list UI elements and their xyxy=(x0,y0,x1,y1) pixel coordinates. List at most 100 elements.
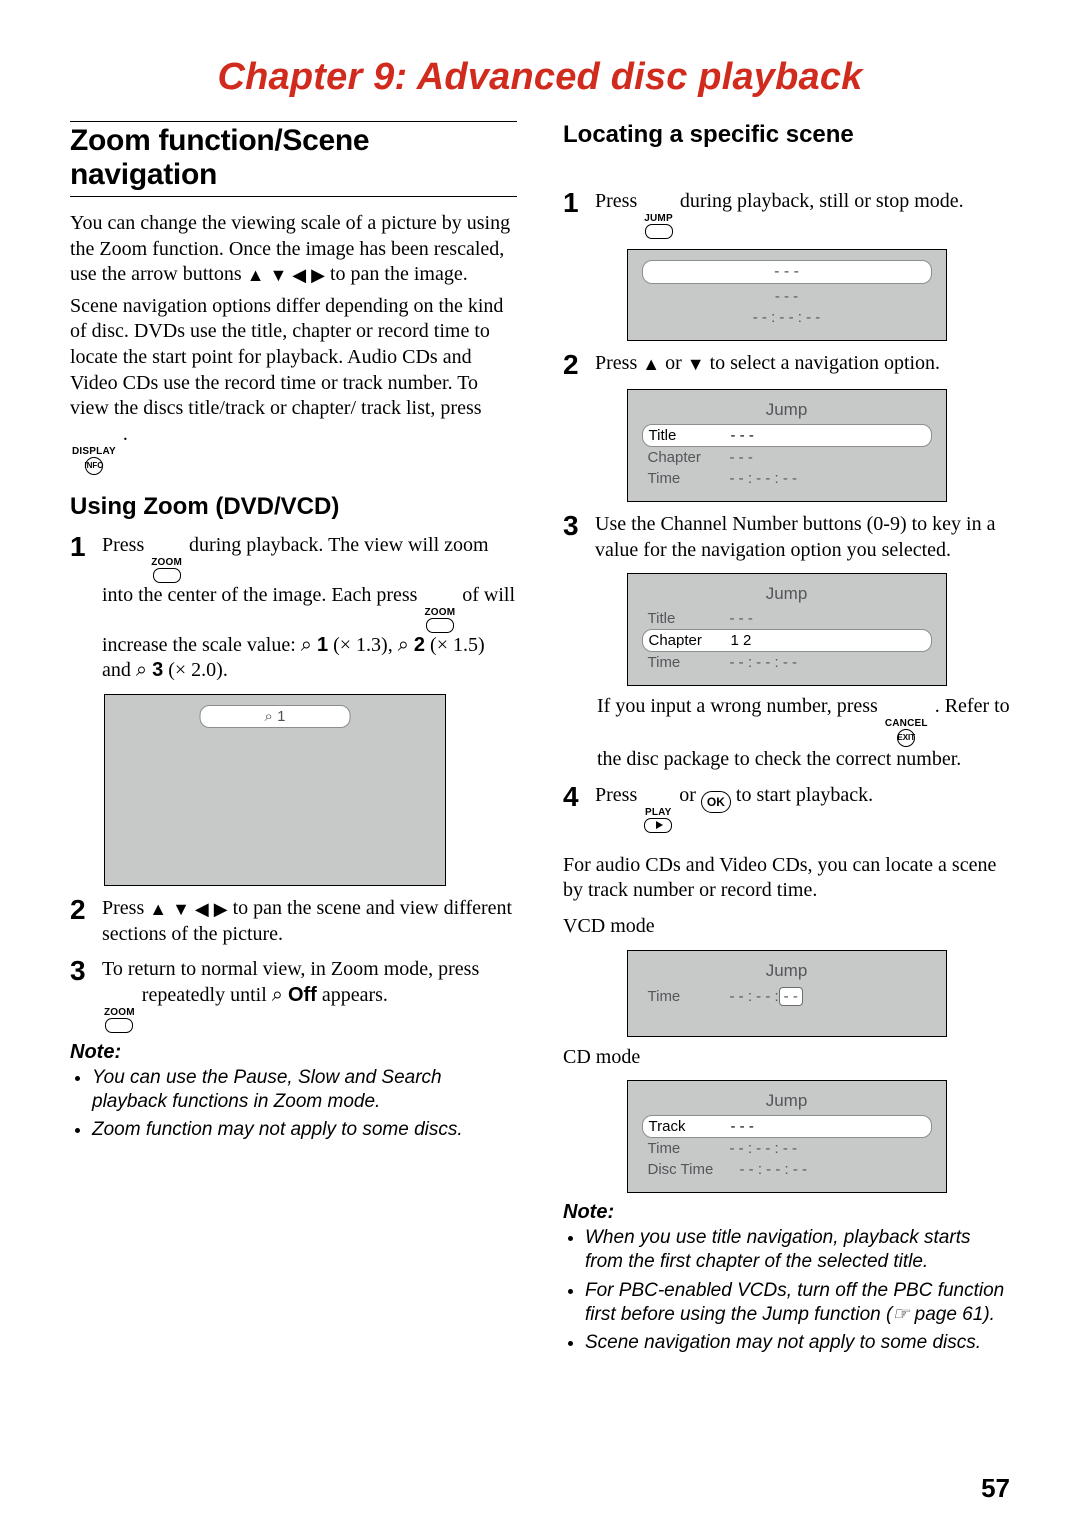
display-key-icon: DISPLAY INFO xyxy=(72,447,116,475)
left-column: Zoom function/Scene navigation You can c… xyxy=(70,121,517,1360)
text: If you input a wrong number, press xyxy=(597,695,883,717)
osd-header: Jump xyxy=(642,400,932,420)
step-number: 3 xyxy=(70,957,92,1033)
osd-time-selection: - - xyxy=(779,987,803,1006)
jump-osd-title: Jump Title- - - Chapter- - - Time- - : -… xyxy=(627,389,947,502)
right-column: Locating a specific scene 1 Press JUMP d… xyxy=(563,121,1010,1360)
arrow-up-icon: ▲ xyxy=(149,899,167,919)
right-step-2: 2 Press ▲ or ▼ to select a navigation op… xyxy=(563,351,1010,379)
wrong-number-note: If you input a wrong number, press CANCE… xyxy=(597,694,1010,773)
text: (× 1.3), xyxy=(328,634,398,656)
left-step-3: 3 To return to normal view, in Zoom mode… xyxy=(70,957,517,1033)
magnify-icon: ⌕ xyxy=(398,634,409,656)
exit-key-icon: EXIT xyxy=(897,729,915,747)
osd-row-chapter: Chapter1 2 xyxy=(642,629,932,652)
osd-row: - - - xyxy=(642,284,932,307)
arrow-left-icon: ◀ xyxy=(292,265,306,285)
ok-key-icon: OK xyxy=(701,791,731,813)
note-heading: Note: xyxy=(563,1201,1010,1224)
info-key-icon: INFO xyxy=(85,457,103,475)
step-number: 4 xyxy=(563,783,585,833)
text: Press xyxy=(102,897,149,919)
osd-row-time: Time- - : - - : - - xyxy=(642,1138,932,1159)
intro-para-2: Scene navigation options differ dependin… xyxy=(70,294,517,475)
key-label: DISPLAY xyxy=(72,447,116,457)
arrow-right-icon: ▶ xyxy=(214,899,228,919)
text: or xyxy=(679,784,701,806)
text: to select a navigation option. xyxy=(710,352,941,374)
zoom-level-1: 1 xyxy=(317,634,328,656)
jump-osd-blank: - - - - - - - - : - - : - - xyxy=(627,249,947,341)
osd-header: Jump xyxy=(642,961,932,981)
jump-key-icon: JUMP xyxy=(644,214,673,239)
text: Press xyxy=(102,534,149,556)
right-step-3: 3 Use the Channel Number buttons (0-9) t… xyxy=(563,512,1010,563)
text: Scene navigation options differ dependin… xyxy=(70,295,503,419)
osd-row: - - - xyxy=(642,260,932,284)
jump-osd-chapter: Jump Title- - - Chapter1 2 Time- - : - -… xyxy=(627,573,947,686)
jump-osd-vcd: Jump Time - - : - - : - - xyxy=(627,950,947,1037)
using-zoom-title: Using Zoom (DVD/VCD) xyxy=(70,493,517,521)
arrow-down-icon: ▼ xyxy=(172,899,190,919)
arrow-down-icon: ▼ xyxy=(687,354,705,374)
text: (× 2.0). xyxy=(163,659,228,681)
arrow-down-icon: ▼ xyxy=(269,265,287,285)
note-item: Scene navigation may not apply to some d… xyxy=(585,1331,1010,1355)
osd-row-track: Track- - - xyxy=(642,1115,932,1138)
left-step-2: 2 Press ▲ ▼ ◀ ▶ to pan the scene and vie… xyxy=(70,896,517,947)
zoom-key-icon: ZOOM xyxy=(104,1008,135,1033)
play-key-icon: PLAY xyxy=(644,808,672,833)
osd-row-title: Title- - - xyxy=(642,608,932,629)
osd-header: Jump xyxy=(642,584,932,604)
note-item: For PBC-enabled VCDs, turn off the PBC f… xyxy=(585,1279,1010,1328)
step-number: 2 xyxy=(563,351,585,379)
osd-row-time: Time- - : - - : - - xyxy=(642,652,932,673)
play-glyph-icon xyxy=(656,821,663,829)
osd-row: - - : - - : - - xyxy=(642,307,932,328)
osd-row-title: Title- - - xyxy=(642,424,932,447)
zoom-level-3: 3 xyxy=(152,659,163,681)
arrow-left-icon: ◀ xyxy=(195,899,209,919)
magnify-icon: ⌕ xyxy=(301,634,312,656)
zoom-level-2: 2 xyxy=(414,634,425,656)
right-step-1: 1 Press JUMP during playback, still or s… xyxy=(563,189,1010,239)
chapter-title: Chapter 9: Advanced disc playback xyxy=(70,56,1010,99)
text: repeatedly until xyxy=(142,984,272,1006)
note-item: Zoom function may not apply to some disc… xyxy=(92,1118,517,1142)
text: Press xyxy=(595,352,642,374)
text: Press xyxy=(595,190,642,212)
step-number: 1 xyxy=(70,533,92,684)
text: appears. xyxy=(322,984,388,1006)
step-number: 3 xyxy=(563,512,585,563)
zoom-key-icon: ZOOM xyxy=(151,558,182,583)
arrow-right-icon: ▶ xyxy=(311,265,325,285)
left-note-list: You can use the Pause, Slow and Search p… xyxy=(70,1066,517,1143)
text: . xyxy=(123,423,128,445)
text: Press xyxy=(595,784,642,806)
left-step-1: 1 Press ZOOM during playback. The view w… xyxy=(70,533,517,684)
note-heading: Note: xyxy=(70,1041,517,1064)
right-note-list: When you use title navigation, playback … xyxy=(563,1226,1010,1356)
osd-row-chapter: Chapter- - - xyxy=(642,447,932,468)
cancel-key-icon: CANCEL EXIT xyxy=(885,719,928,747)
right-step-4: 4 Press PLAY or OK to start playback. xyxy=(563,783,1010,833)
osd-row-time: Time- - : - - : - - xyxy=(642,468,932,489)
zoom-key-icon: ZOOM xyxy=(424,608,455,633)
step-number: 2 xyxy=(70,896,92,947)
osd-row-disc-time: Disc Time- - : - - : - - xyxy=(642,1159,932,1180)
section-title: Zoom function/Scene navigation xyxy=(70,124,517,192)
zoom-osd-indicator: ⌕ 1 xyxy=(200,705,351,728)
zoom-osd-panel: ⌕ 1 xyxy=(104,694,446,886)
intro-para-1: You can change the viewing scale of a pi… xyxy=(70,211,517,288)
text: to start playback. xyxy=(736,784,873,806)
magnify-icon: ⌕ xyxy=(136,659,147,681)
osd-row-time: Time - - : - - : - - xyxy=(642,985,932,1008)
osd-header: Jump xyxy=(642,1091,932,1111)
arrow-up-icon: ▲ xyxy=(642,354,660,374)
text: during playback, still or stop mode. xyxy=(680,190,964,212)
text: to pan the image. xyxy=(330,263,468,285)
magnify-icon: ⌕ xyxy=(272,984,283,1006)
cd-vcd-intro: For audio CDs and Video CDs, you can loc… xyxy=(563,853,1010,904)
vcd-mode-label: VCD mode xyxy=(563,914,1010,940)
page-number: 57 xyxy=(981,1473,1010,1504)
